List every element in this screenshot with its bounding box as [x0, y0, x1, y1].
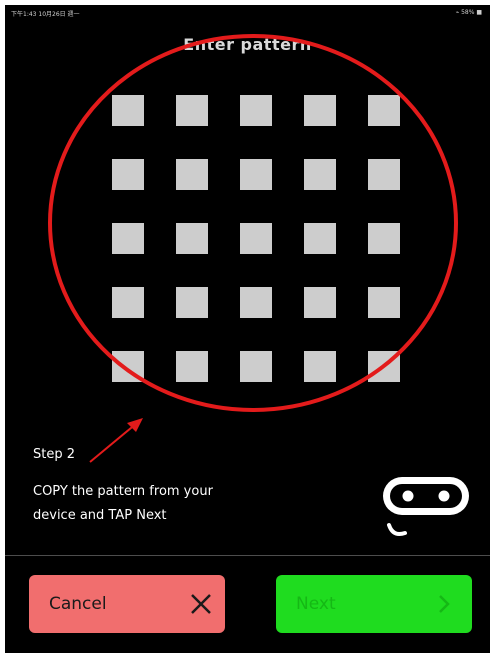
highlight-circle — [48, 34, 458, 412]
cancel-button[interactable]: Cancel — [29, 575, 225, 633]
divider — [5, 555, 490, 556]
annotation-arrow-line — [89, 422, 138, 463]
next-button-label: Next — [296, 594, 336, 614]
close-icon — [191, 594, 211, 614]
app-screen: 下午1:43 10月26日 週一 ⌁ 58% ■ Enter pattern S… — [5, 5, 490, 653]
robot-face-icon — [383, 477, 469, 536]
next-button[interactable]: Next — [276, 575, 472, 633]
instruction-text: COPY the pattern from your device and TA… — [33, 480, 333, 528]
chevron-right-icon — [439, 595, 450, 613]
instruction-line-1: COPY the pattern from your — [33, 484, 213, 499]
instruction-line-2: device and TAP Next — [33, 508, 167, 523]
step-label: Step 2 — [33, 447, 76, 462]
cancel-button-label: Cancel — [49, 594, 107, 614]
